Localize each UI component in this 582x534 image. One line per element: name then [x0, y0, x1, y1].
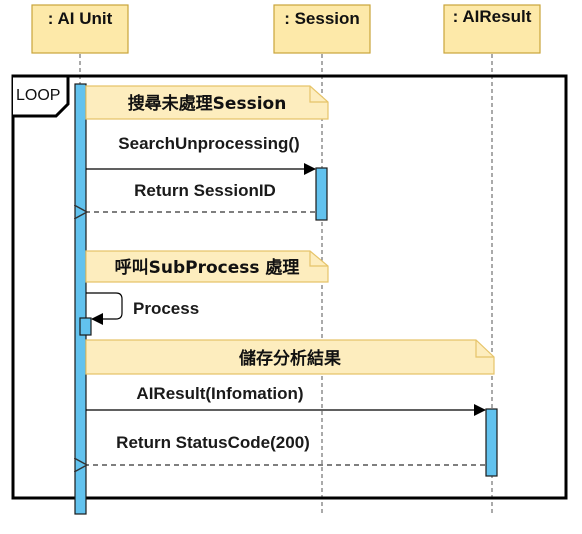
message-search-unprocessing: SearchUnprocessing() — [86, 134, 316, 175]
message-airesult-information-label: AIResult(Infomation) — [136, 384, 303, 403]
message-return-session-id-label: Return SessionID — [134, 181, 276, 200]
note-store-result-text: 儲存分析結果 — [239, 348, 341, 369]
loop-label: LOOP — [16, 87, 60, 104]
ai-unit-title: : AI Unit — [48, 9, 113, 28]
session-title: : Session — [284, 9, 360, 28]
airesult-title: : AIResult — [453, 7, 532, 26]
message-process-label: Process — [133, 299, 199, 318]
message-return-status-code: Return StatusCode(200) — [87, 433, 485, 465]
message-return-status-code-label: Return StatusCode(200) — [116, 433, 310, 452]
message-return-session-id: Return SessionID — [87, 181, 315, 212]
airesult-activation — [485, 408, 498, 477]
note-call-subprocess-text: 呼叫SubProcess 處理 — [115, 257, 300, 278]
note-search-unprocessed: 搜尋未處理Session — [85, 85, 329, 120]
session-header: : Session — [273, 4, 371, 54]
ai-unit-self-activation — [79, 317, 92, 336]
session-activation — [315, 167, 328, 221]
sequence-diagram: : AI Unit : Session : AIResult LOOP 搜尋未處… — [11, 4, 568, 516]
note-search-unprocessed-text: 搜尋未處理Session — [128, 93, 287, 114]
note-store-result: 儲存分析結果 — [85, 339, 495, 375]
message-process: Process — [86, 292, 199, 325]
ai-unit-header: : AI Unit — [31, 4, 129, 54]
message-airesult-information: AIResult(Infomation) — [86, 384, 486, 416]
message-search-unprocessing-label: SearchUnprocessing() — [118, 134, 299, 153]
note-call-subprocess: 呼叫SubProcess 處理 — [85, 250, 329, 283]
airesult-header: : AIResult — [443, 4, 541, 54]
ai-unit-activation — [74, 83, 87, 515]
